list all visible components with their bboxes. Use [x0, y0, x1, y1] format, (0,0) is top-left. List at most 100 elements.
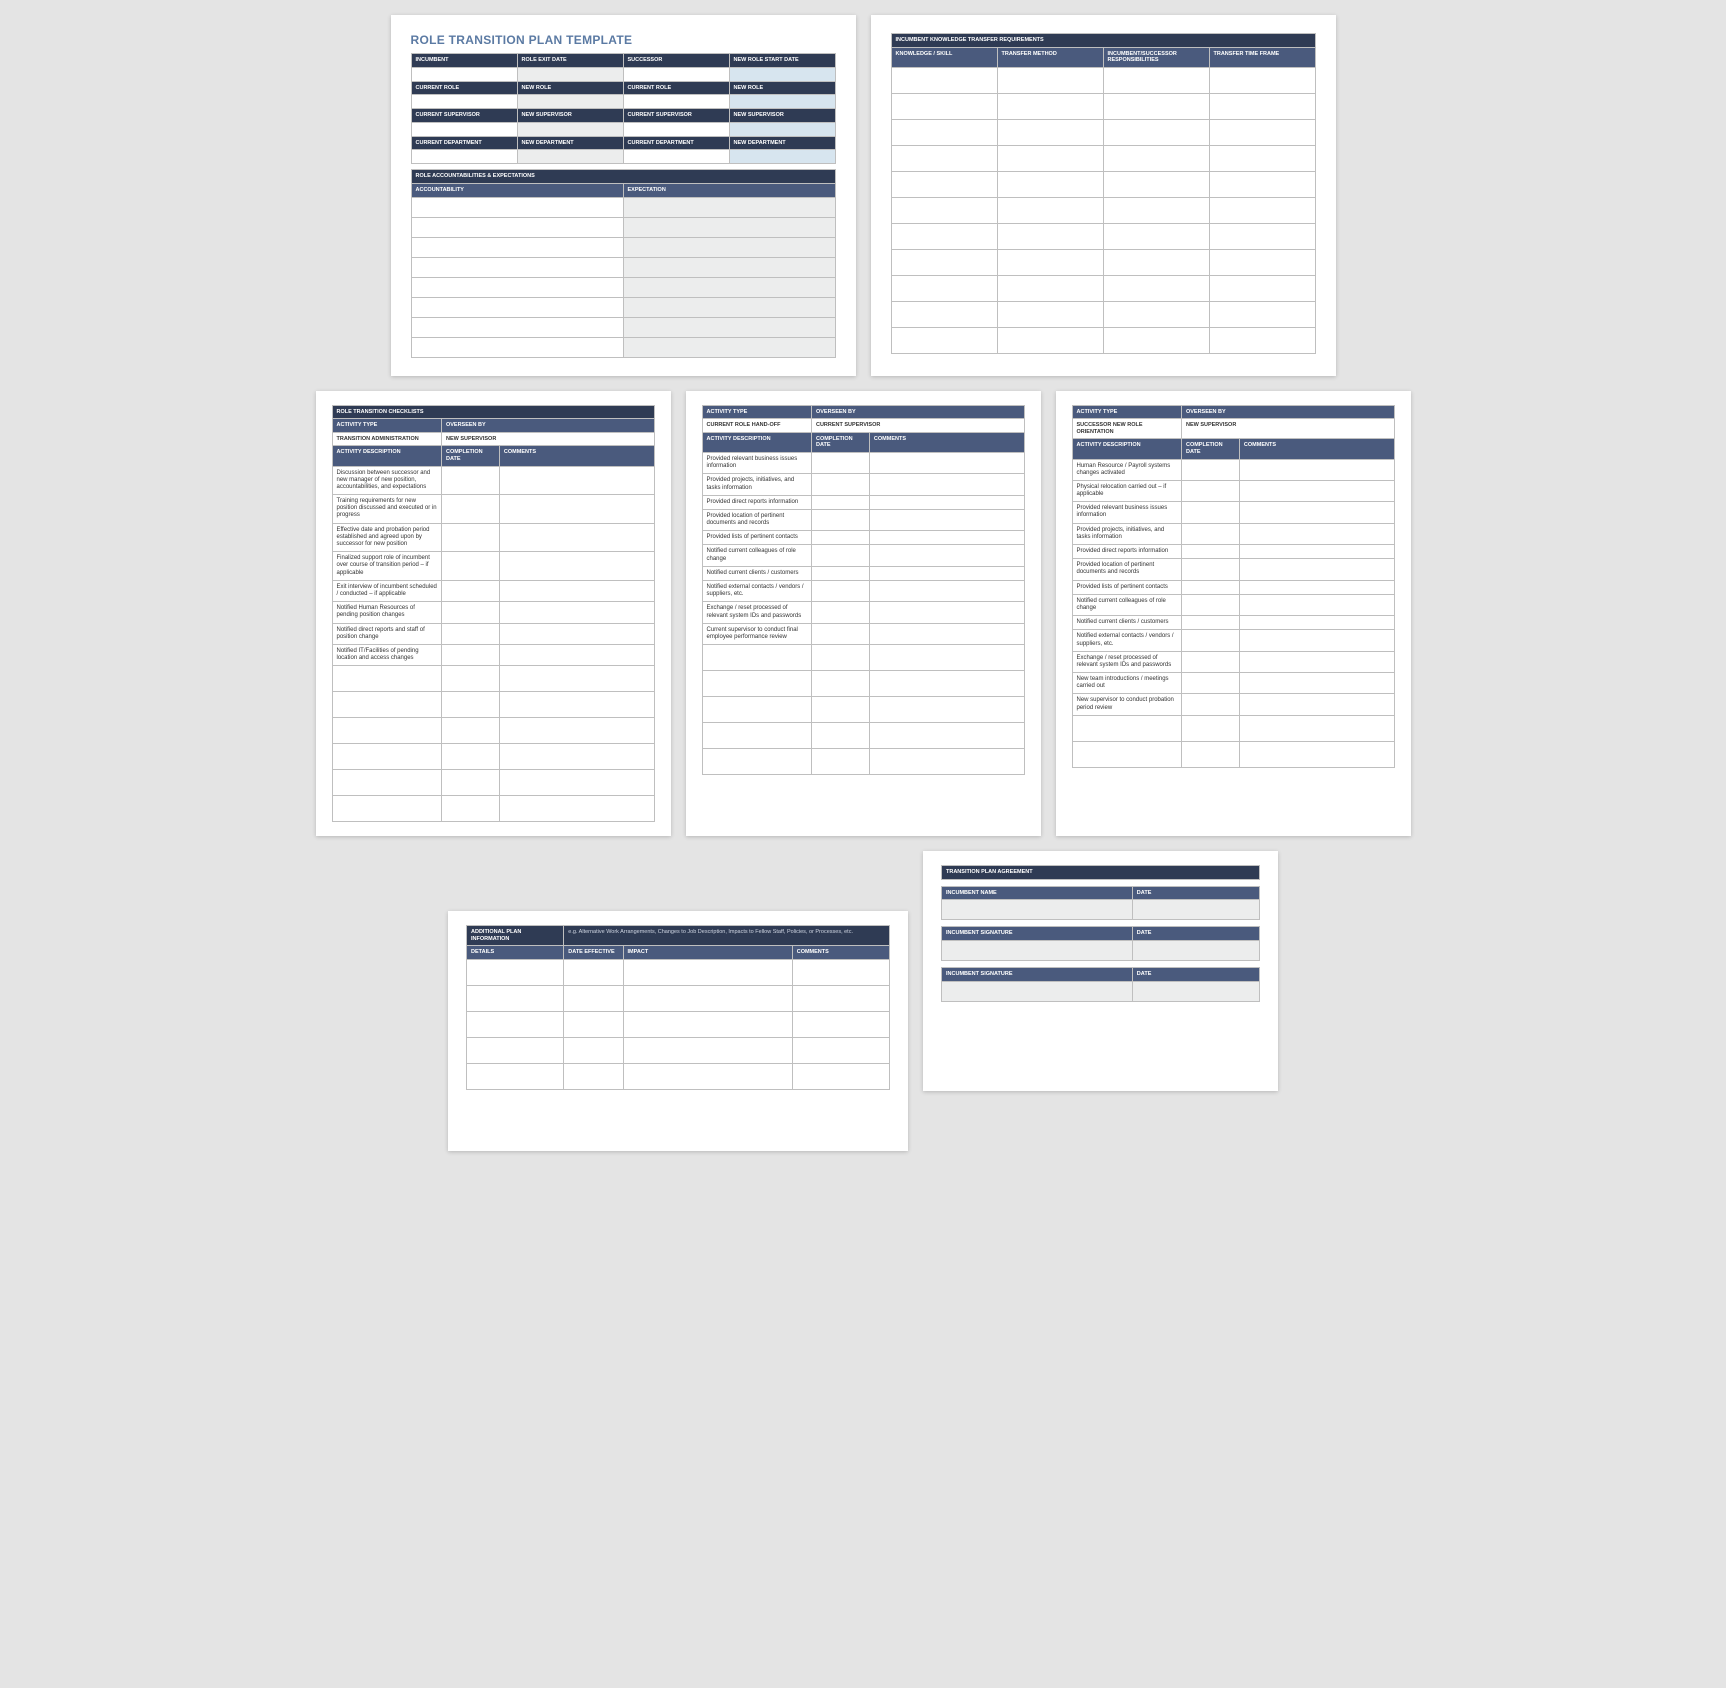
activity-description: Effective date and probation period esta… [332, 523, 441, 552]
checklist-row: Provided location of pertinent documents… [702, 509, 1024, 530]
activity-description: Notified Human Resources of pending posi… [332, 602, 441, 623]
checklist-row: New team introductions / meetings carrie… [1072, 673, 1394, 694]
knowledge-transfer-table: INCUMBENT KNOWLEDGE TRANSFER REQUIREMENT… [891, 33, 1316, 354]
checklist-row: Training requirements for new position d… [332, 495, 654, 524]
activity-description: Provided relevant business issues inform… [1072, 502, 1181, 523]
checklist-row: Provided location of pertinent documents… [1072, 559, 1394, 580]
activity-description: Provided projects, initiatives, and task… [702, 474, 811, 495]
checklist-row-blank [332, 718, 654, 744]
activity-description: Finalized support role of incumbent over… [332, 552, 441, 581]
accountabilities-table: ROLE ACCOUNTABILITIES & EXPECTATIONS ACC… [411, 169, 836, 357]
activity-description: Notified external contacts / vendors / s… [1072, 630, 1181, 651]
activity-description: Provided lists of pertinent contacts [702, 531, 811, 545]
checklist-row: Provided projects, initiatives, and task… [1072, 523, 1394, 544]
template-page-4: ACTIVITY TYPE OVERSEEN BY CURRENT ROLE H… [686, 391, 1041, 837]
activity-description: Provided lists of pertinent contacts [1072, 580, 1181, 594]
agreement-row: INCUMBENT NAMEDATE [941, 886, 1260, 921]
checklist-row-blank [702, 645, 1024, 671]
activity-description: New supervisor to conduct probation peri… [1072, 694, 1181, 715]
checklist-row: Notified current clients / customers [702, 566, 1024, 580]
activity-description: Discussion between successor and new man… [332, 466, 441, 495]
checklist-row: Effective date and probation period esta… [332, 523, 654, 552]
checklist-row: Current supervisor to conduct final empl… [702, 623, 1024, 644]
checklist-row: Human Resource / Payroll systems changes… [1072, 459, 1394, 480]
checklist-row: Notified direct reports and staff of pos… [332, 623, 654, 644]
section-accountabilities: ROLE ACCOUNTABILITIES & EXPECTATIONS [411, 170, 835, 184]
activity-description: Notified current colleagues of role chan… [702, 545, 811, 566]
checklist-row: Exchange / reset processed of relevant s… [702, 602, 1024, 623]
hdr-incumbent: INCUMBENT [411, 54, 517, 68]
agreement-label-b: DATE [1132, 927, 1259, 941]
checklist-row: Discussion between successor and new man… [332, 466, 654, 495]
checklist-row: Notified IT/Facilities of pending locati… [332, 644, 654, 665]
additional-info-table: ADDITIONAL PLAN INFORMATION e.g. Alterna… [466, 925, 890, 1090]
template-page-5: ACTIVITY TYPE OVERSEEN BY SUCCESSOR NEW … [1056, 391, 1411, 837]
checklist-row-blank [332, 666, 654, 692]
activity-description: Notified current clients / customers [1072, 616, 1181, 630]
activity-description: New team introductions / meetings carrie… [1072, 673, 1181, 694]
activity-description: Provided direct reports information [702, 495, 811, 509]
checklist-row: Exchange / reset processed of relevant s… [1072, 651, 1394, 672]
checklist-row: Notified current clients / customers [1072, 616, 1394, 630]
template-page-3: ROLE TRANSITION CHECKLISTS ACTIVITY TYPE… [316, 391, 671, 837]
agreement-label-a: INCUMBENT SIGNATURE [942, 927, 1133, 941]
checklist-row: Notified current colleagues of role chan… [1072, 594, 1394, 615]
agreement-label-b: DATE [1132, 886, 1259, 900]
checklist-row-blank [332, 744, 654, 770]
activity-description: Notified external contacts / vendors / s… [702, 581, 811, 602]
checklist-3-table: ACTIVITY TYPE OVERSEEN BY SUCCESSOR NEW … [1072, 405, 1395, 768]
checklist-row-blank [702, 697, 1024, 723]
checklist-row: Provided relevant business issues inform… [702, 452, 1024, 473]
checklist-row: Physical relocation carried out – if app… [1072, 480, 1394, 501]
checklist-row-blank [1072, 715, 1394, 741]
agreement-row: INCUMBENT SIGNATUREDATE [941, 926, 1260, 961]
template-page-6: ADDITIONAL PLAN INFORMATION e.g. Alterna… [448, 911, 908, 1151]
hdr-start-date: NEW ROLE START DATE [729, 54, 835, 68]
activity-description: Training requirements for new position d… [332, 495, 441, 524]
checklist-row: Notified external contacts / vendors / s… [1072, 630, 1394, 651]
activity-description: Exchange / reset processed of relevant s… [702, 602, 811, 623]
activity-description: Provided projects, initiatives, and task… [1072, 523, 1181, 544]
activity-description: Provided relevant business issues inform… [702, 452, 811, 473]
agreement-label-a: INCUMBENT NAME [942, 886, 1133, 900]
checklist-row: Provided lists of pertinent contacts [702, 531, 1024, 545]
checklist-row: Finalized support role of incumbent over… [332, 552, 654, 581]
section-checklists: ROLE TRANSITION CHECKLISTS [332, 405, 654, 419]
checklist-row: Notified Human Resources of pending posi… [332, 602, 654, 623]
section-additional-info: ADDITIONAL PLAN INFORMATION [467, 926, 564, 946]
hdr-exit-date: ROLE EXIT DATE [517, 54, 623, 68]
page-title: ROLE TRANSITION PLAN TEMPLATE [411, 33, 836, 47]
role-header-table: INCUMBENT ROLE EXIT DATE SUCCESSOR NEW R… [411, 53, 836, 164]
checklist-row-blank [332, 692, 654, 718]
template-page-2: INCUMBENT KNOWLEDGE TRANSFER REQUIREMENT… [871, 15, 1336, 376]
agreement-row: INCUMBENT SIGNATUREDATE [941, 967, 1260, 1002]
checklist-row: Provided direct reports information [1072, 545, 1394, 559]
agreement-label-a: INCUMBENT SIGNATURE [942, 968, 1133, 982]
agreement-table: TRANSITION PLAN AGREEMENT [941, 865, 1260, 880]
agreement-label-b: DATE [1132, 968, 1259, 982]
section-knowledge-transfer: INCUMBENT KNOWLEDGE TRANSFER REQUIREMENT… [891, 34, 1315, 48]
activity-description: Current supervisor to conduct final empl… [702, 623, 811, 644]
activity-description: Provided direct reports information [1072, 545, 1181, 559]
checklist-row-blank [332, 796, 654, 822]
checklist-row-blank [1072, 741, 1394, 767]
checklist-2-table: ACTIVITY TYPE OVERSEEN BY CURRENT ROLE H… [702, 405, 1025, 776]
checklist-row-blank [332, 770, 654, 796]
checklist-1-table: ROLE TRANSITION CHECKLISTS ACTIVITY TYPE… [332, 405, 655, 823]
template-page-7: TRANSITION PLAN AGREEMENT INCUMBENT NAME… [923, 851, 1278, 1091]
checklist-row: Notified external contacts / vendors / s… [702, 581, 1024, 602]
checklist-row: Notified current colleagues of role chan… [702, 545, 1024, 566]
activity-description: Exit interview of incumbent scheduled / … [332, 580, 441, 601]
template-page-1: ROLE TRANSITION PLAN TEMPLATE INCUMBENT … [391, 15, 856, 376]
activity-description: Notified current clients / customers [702, 566, 811, 580]
checklist-row: Provided relevant business issues inform… [1072, 502, 1394, 523]
checklist-row-blank [702, 749, 1024, 775]
checklist-row-blank [702, 723, 1024, 749]
activity-description: Physical relocation carried out – if app… [1072, 480, 1181, 501]
activity-description: Human Resource / Payroll systems changes… [1072, 459, 1181, 480]
checklist-row: Provided projects, initiatives, and task… [702, 474, 1024, 495]
checklist-row: Exit interview of incumbent scheduled / … [332, 580, 654, 601]
hdr-successor: SUCCESSOR [623, 54, 729, 68]
checklist-row: Provided direct reports information [702, 495, 1024, 509]
activity-description: Exchange / reset processed of relevant s… [1072, 651, 1181, 672]
